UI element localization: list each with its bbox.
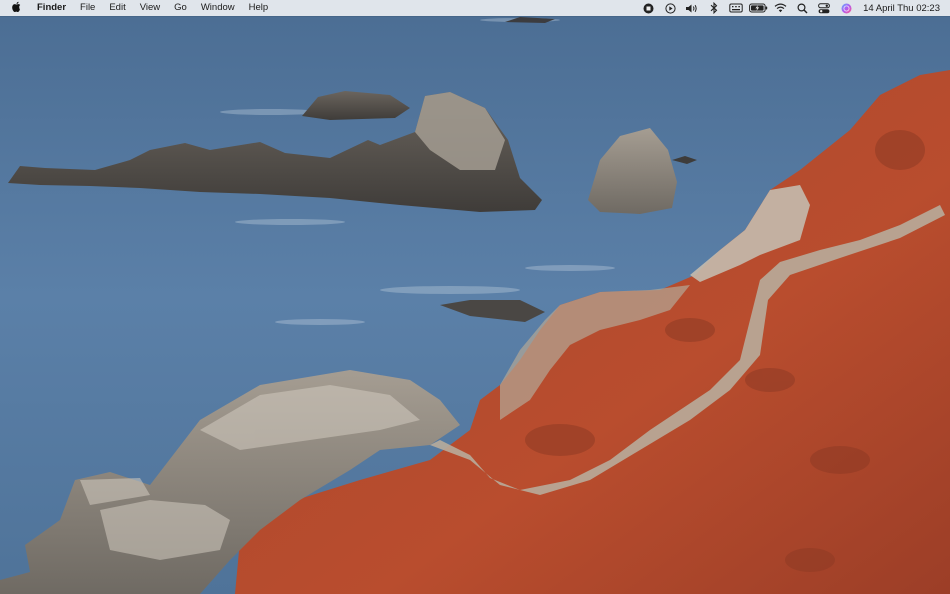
wifi-icon[interactable] (769, 0, 791, 16)
menu-window[interactable]: Window (194, 0, 242, 16)
screen-record-icon[interactable] (637, 0, 659, 16)
battery-charging-icon[interactable] (747, 0, 769, 16)
menu-view[interactable]: View (133, 0, 167, 16)
menu-app-finder[interactable]: Finder (30, 0, 73, 16)
menu-edit[interactable]: Edit (102, 0, 132, 16)
menu-file[interactable]: File (73, 0, 102, 16)
keyboard-input-icon[interactable] (725, 0, 747, 16)
menu-help[interactable]: Help (242, 0, 276, 16)
desktop-wallpaper (0, 0, 950, 594)
menu-go[interactable]: Go (167, 0, 194, 16)
spotlight-search-icon[interactable] (791, 0, 813, 16)
control-center-icon[interactable] (813, 0, 835, 16)
bluetooth-icon[interactable] (703, 0, 725, 16)
coastline-illustration (0, 0, 950, 594)
apple-logo-icon[interactable] (0, 1, 30, 15)
menubar-clock[interactable]: 14 April Thu 02:23 (857, 3, 940, 14)
play-icon[interactable] (659, 0, 681, 16)
volume-icon[interactable] (681, 0, 703, 16)
menu-bar: Finder File Edit View Go Window Help 14 … (0, 0, 950, 16)
siri-icon[interactable] (835, 0, 857, 16)
